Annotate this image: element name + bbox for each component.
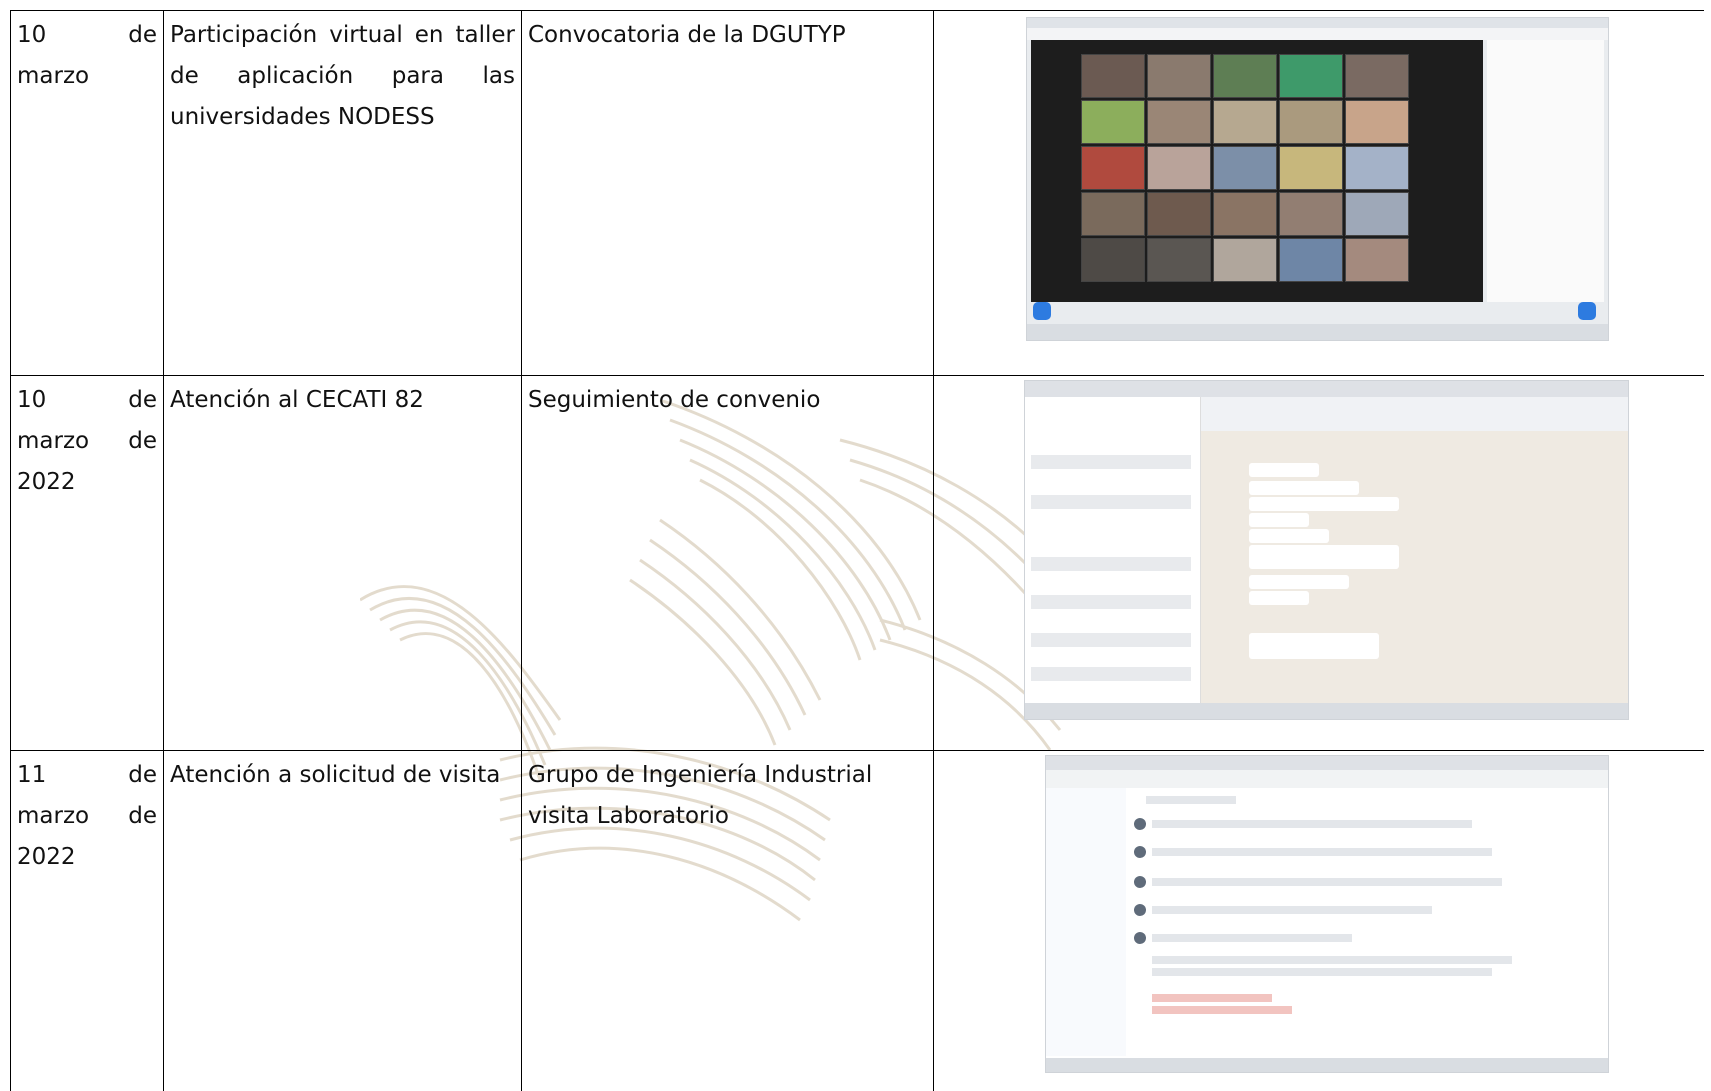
description-text: Seguimiento de convenio	[528, 387, 821, 413]
gmail-thread-screenshot	[1045, 755, 1609, 1073]
taskbar	[1027, 324, 1608, 340]
date-day: 11	[17, 762, 47, 788]
evidence-cell	[933, 10, 1704, 376]
date-year: 2022	[17, 469, 76, 495]
whatsapp-chat-screenshot	[1024, 380, 1629, 720]
attachment-bubble	[1249, 633, 1379, 659]
table-row: 10 de marzo Participación virtual en tall…	[10, 10, 1704, 376]
date-word: de	[128, 762, 157, 788]
chat-button-icon	[1578, 302, 1596, 320]
description-cell: Grupo de Ingeniería Industrial visita La…	[521, 750, 934, 1091]
activity-table: 10 de marzo Participación virtual en tall…	[10, 10, 1704, 1091]
date-year: 2022	[17, 844, 76, 870]
video-grid	[1031, 40, 1483, 302]
date-word: de	[128, 803, 157, 829]
activity-text: Participación virtual en taller de aplic…	[170, 22, 515, 130]
mail-sidebar	[1046, 788, 1126, 1056]
description-cell: Convocatoria de la DGUTYP	[521, 10, 934, 376]
activity-text: Atención al CECATI 82	[170, 387, 424, 413]
description-cell: Seguimiento de convenio	[521, 375, 934, 751]
date-cell: 10 de marzo	[10, 10, 164, 376]
taskbar	[1046, 1058, 1608, 1072]
date-cell: 11 de marzo de 2022	[10, 750, 164, 1091]
date-month: marzo	[17, 803, 90, 829]
date-word: de	[128, 387, 157, 413]
table-row: 10 de marzo de 2022 Atención al CECATI 82 …	[10, 375, 1704, 751]
chat-panel	[1487, 40, 1604, 302]
date-word: de	[128, 22, 157, 48]
date-month: marzo	[17, 428, 90, 454]
activity-text: Atención a solicitud de visita	[170, 762, 501, 788]
activity-cell: Participación virtual en taller de aplic…	[163, 10, 522, 376]
activity-cell: Atención al CECATI 82	[163, 375, 522, 751]
description-text: Grupo de Ingeniería Industrial visita La…	[528, 762, 873, 829]
evidence-cell	[933, 375, 1704, 751]
chat-header	[1201, 397, 1628, 431]
date-word: de	[128, 428, 157, 454]
date-cell: 10 de marzo de 2022	[10, 375, 164, 751]
chat-bubble-icon	[1033, 302, 1051, 320]
evidence-cell	[933, 750, 1704, 1091]
date-day: 10	[17, 387, 47, 413]
table-row: 11 de marzo de 2022 Atención a solicitud d…	[10, 750, 1704, 1091]
date-month: marzo	[17, 63, 90, 89]
zoom-meeting-screenshot	[1026, 17, 1609, 341]
taskbar	[1025, 703, 1628, 719]
date-day: 10	[17, 22, 47, 48]
chat-list	[1025, 397, 1201, 703]
description-text: Convocatoria de la DGUTYP	[528, 22, 846, 48]
activity-cell: Atención a solicitud de visita	[163, 750, 522, 1091]
